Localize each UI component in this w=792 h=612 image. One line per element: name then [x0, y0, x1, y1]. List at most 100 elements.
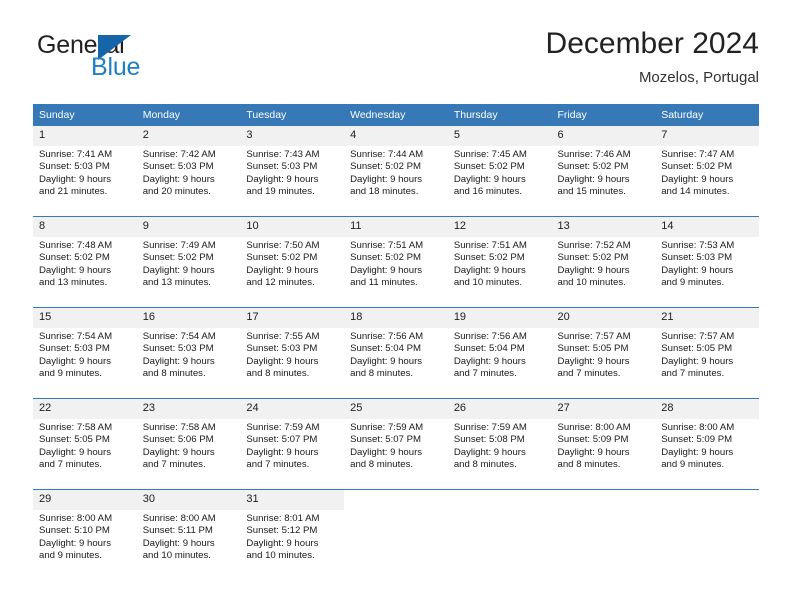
- daylight-text-line1: Daylight: 9 hours: [350, 173, 423, 185]
- sunset-text: Sunset: 5:02 PM: [246, 252, 318, 264]
- sunset-text: Sunset: 5:11 PM: [142, 525, 213, 537]
- sunrise-text: Sunrise: 8:00 AM: [557, 422, 631, 433]
- day-cell[interactable]: 4 Sunrise: 7:44 AM Sunset: 5:02 PM Dayli…: [344, 126, 448, 217]
- weekday-header-tuesday: Tuesday: [240, 104, 345, 126]
- daylight-text-line2: and 13 minutes.: [39, 277, 108, 289]
- sunrise-text: Sunrise: 7:59 AM: [350, 422, 424, 433]
- day-cell[interactable]: 5 Sunrise: 7:45 AM Sunset: 5:02 PM Dayli…: [447, 126, 552, 217]
- day-cell[interactable]: 10 Sunrise: 7:50 AM Sunset: 5:02 PM Dayl…: [240, 216, 345, 308]
- day-cell[interactable]: 28 Sunrise: 8:00 AM Sunset: 5:09 PM Dayl…: [655, 398, 759, 490]
- sunset-text: Sunset: 5:04 PM: [453, 343, 525, 355]
- day-number: 22: [33, 399, 137, 419]
- sunset-text: Sunset: 5:09 PM: [557, 434, 629, 446]
- day-number: 29: [33, 490, 137, 510]
- sunrise-text: Sunrise: 7:49 AM: [142, 240, 216, 251]
- day-number: 17: [240, 308, 345, 328]
- daylight-text-line1: Daylight: 9 hours: [453, 446, 526, 458]
- day-cell[interactable]: 25 Sunrise: 7:59 AM Sunset: 5:07 PM Dayl…: [344, 398, 448, 490]
- sunset-text: Sunset: 5:03 PM: [142, 161, 214, 173]
- week-row: 1 Sunrise: 7:41 AM Sunset: 5:03 PM Dayli…: [33, 126, 759, 217]
- day-cell[interactable]: 29 Sunrise: 8:00 AM Sunset: 5:10 PM Dayl…: [33, 489, 137, 580]
- day-cell[interactable]: 12 Sunrise: 7:51 AM Sunset: 5:02 PM Dayl…: [447, 216, 552, 308]
- sunrise-text: Sunrise: 7:48 AM: [39, 240, 113, 251]
- title-block: December 2024 Mozelos, Portugal: [546, 26, 759, 88]
- daylight-text-line1: Daylight: 9 hours: [142, 537, 215, 549]
- day-details: Sunrise: 7:59 AM Sunset: 5:07 PM Dayligh…: [344, 419, 448, 472]
- day-cell[interactable]: 13 Sunrise: 7:52 AM Sunset: 5:02 PM Dayl…: [551, 216, 656, 308]
- general-blue-logo[interactable]: General Blue: [33, 32, 253, 90]
- day-number: 31: [240, 490, 345, 510]
- daylight-text-line2: and 7 minutes.: [453, 368, 517, 380]
- day-details: Sunrise: 7:41 AM Sunset: 5:03 PM Dayligh…: [33, 146, 137, 199]
- day-cell[interactable]: 6 Sunrise: 7:46 AM Sunset: 5:02 PM Dayli…: [551, 126, 656, 217]
- sunset-text: Sunset: 5:05 PM: [557, 343, 629, 355]
- sunrise-text: Sunrise: 7:54 AM: [142, 331, 216, 342]
- day-cell[interactable]: 31 Sunrise: 8:01 AM Sunset: 5:12 PM Dayl…: [240, 489, 345, 580]
- day-cell[interactable]: 15 Sunrise: 7:54 AM Sunset: 5:03 PM Dayl…: [33, 307, 137, 399]
- day-details: Sunrise: 7:49 AM Sunset: 5:02 PM Dayligh…: [137, 237, 241, 290]
- day-cell[interactable]: 19 Sunrise: 7:56 AM Sunset: 5:04 PM Dayl…: [447, 307, 552, 399]
- day-number: 1: [33, 126, 137, 146]
- day-cell[interactable]: 3 Sunrise: 7:43 AM Sunset: 5:03 PM Dayli…: [240, 126, 345, 217]
- daylight-text-line2: and 7 minutes.: [557, 368, 621, 380]
- daylight-text-line1: Daylight: 9 hours: [39, 173, 111, 185]
- day-details: Sunrise: 8:00 AM Sunset: 5:11 PM Dayligh…: [137, 510, 241, 563]
- day-cell[interactable]: 1 Sunrise: 7:41 AM Sunset: 5:03 PM Dayli…: [33, 126, 137, 217]
- day-number: 30: [136, 490, 241, 510]
- sunset-text: Sunset: 5:12 PM: [246, 525, 318, 537]
- sunset-text: Sunset: 5:10 PM: [39, 525, 110, 537]
- day-cell[interactable]: 8 Sunrise: 7:48 AM Sunset: 5:02 PM Dayli…: [33, 216, 137, 308]
- daylight-text-line1: Daylight: 9 hours: [246, 355, 319, 367]
- daylight-text-line2: and 8 minutes.: [350, 368, 414, 380]
- sunrise-text: Sunrise: 7:52 AM: [557, 240, 631, 251]
- sunrise-text: Sunrise: 7:56 AM: [453, 331, 527, 342]
- sunset-text: Sunset: 5:02 PM: [453, 161, 525, 173]
- sunrise-text: Sunrise: 7:55 AM: [246, 331, 320, 342]
- daylight-text-line2: and 8 minutes.: [246, 368, 310, 380]
- day-cell[interactable]: 20 Sunrise: 7:57 AM Sunset: 5:05 PM Dayl…: [551, 307, 656, 399]
- day-number: 2: [136, 126, 241, 146]
- sunrise-text: Sunrise: 7:47 AM: [661, 149, 735, 160]
- sunset-text: Sunset: 5:02 PM: [453, 252, 525, 264]
- daylight-text-line2: and 15 minutes.: [557, 186, 626, 198]
- day-cell[interactable]: 30 Sunrise: 8:00 AM Sunset: 5:11 PM Dayl…: [136, 489, 241, 580]
- daylight-text-line1: Daylight: 9 hours: [661, 173, 734, 185]
- sunrise-text: Sunrise: 7:43 AM: [246, 149, 320, 160]
- day-cell[interactable]: 22 Sunrise: 7:58 AM Sunset: 5:05 PM Dayl…: [33, 398, 137, 490]
- daylight-text-line2: and 8 minutes.: [557, 459, 621, 471]
- daylight-text-line1: Daylight: 9 hours: [142, 173, 215, 185]
- week-row: 29 Sunrise: 8:00 AM Sunset: 5:10 PM Dayl…: [33, 489, 759, 580]
- day-cell[interactable]: 7 Sunrise: 7:47 AM Sunset: 5:02 PM Dayli…: [655, 126, 759, 217]
- daylight-text-line1: Daylight: 9 hours: [557, 173, 630, 185]
- daylight-text-line2: and 21 minutes.: [39, 186, 108, 198]
- daylight-text-line2: and 8 minutes.: [453, 459, 517, 471]
- day-cell[interactable]: 21 Sunrise: 7:57 AM Sunset: 5:05 PM Dayl…: [655, 307, 759, 399]
- day-cell[interactable]: 24 Sunrise: 7:59 AM Sunset: 5:07 PM Dayl…: [240, 398, 345, 490]
- sunrise-text: Sunrise: 7:46 AM: [557, 149, 631, 160]
- day-cell[interactable]: 9 Sunrise: 7:49 AM Sunset: 5:02 PM Dayli…: [136, 216, 241, 308]
- day-cell[interactable]: 16 Sunrise: 7:54 AM Sunset: 5:03 PM Dayl…: [136, 307, 241, 399]
- calendar-page: General Blue December 2024 Mozelos, Port…: [0, 0, 792, 612]
- day-cell-empty: [447, 489, 552, 580]
- day-cell[interactable]: 18 Sunrise: 7:56 AM Sunset: 5:04 PM Dayl…: [344, 307, 448, 399]
- day-number: 5: [447, 126, 552, 146]
- day-number: 23: [136, 399, 241, 419]
- day-cell[interactable]: 23 Sunrise: 7:58 AM Sunset: 5:06 PM Dayl…: [136, 398, 241, 490]
- daylight-text-line2: and 12 minutes.: [246, 277, 315, 289]
- day-details: Sunrise: 7:54 AM Sunset: 5:03 PM Dayligh…: [33, 328, 137, 381]
- sunset-text: Sunset: 5:04 PM: [350, 343, 422, 355]
- day-cell[interactable]: 2 Sunrise: 7:42 AM Sunset: 5:03 PM Dayli…: [136, 126, 241, 217]
- day-cell[interactable]: 27 Sunrise: 8:00 AM Sunset: 5:09 PM Dayl…: [551, 398, 656, 490]
- sunset-text: Sunset: 5:03 PM: [39, 343, 110, 355]
- day-cell[interactable]: 26 Sunrise: 7:59 AM Sunset: 5:08 PM Dayl…: [447, 398, 552, 490]
- location-subtitle: Mozelos, Portugal: [638, 69, 759, 86]
- sunset-text: Sunset: 5:02 PM: [661, 161, 733, 173]
- daylight-text-line2: and 9 minutes.: [39, 550, 102, 562]
- day-number: 11: [344, 217, 448, 237]
- day-cell[interactable]: 11 Sunrise: 7:51 AM Sunset: 5:02 PM Dayl…: [344, 216, 448, 308]
- daylight-text-line1: Daylight: 9 hours: [142, 446, 215, 458]
- day-cell[interactable]: 17 Sunrise: 7:55 AM Sunset: 5:03 PM Dayl…: [240, 307, 345, 399]
- day-cell[interactable]: 14 Sunrise: 7:53 AM Sunset: 5:03 PM Dayl…: [655, 216, 759, 308]
- sunrise-text: Sunrise: 7:57 AM: [557, 331, 631, 342]
- daylight-text-line1: Daylight: 9 hours: [557, 264, 630, 276]
